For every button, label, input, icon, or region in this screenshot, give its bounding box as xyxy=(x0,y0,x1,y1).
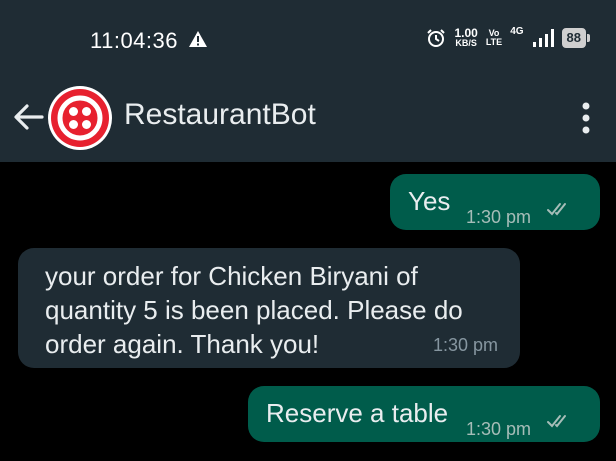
message-line: order again. Thank you! xyxy=(45,329,320,359)
avatar[interactable] xyxy=(48,86,112,150)
incoming-message[interactable]: your order for Chicken Biryani of quanti… xyxy=(18,248,520,368)
message-line: quantity 5 is been placed. Please do xyxy=(45,295,463,325)
message-line: your order for Chicken Biryani of xyxy=(45,261,418,291)
chat-header: RestaurantBot xyxy=(0,76,616,162)
message-list[interactable]: Yes 1:30 pm your order for Chicken Birya… xyxy=(0,162,616,461)
message-text: Reserve a table xyxy=(266,398,449,428)
message-time: 1:30 pm xyxy=(466,207,532,227)
battery-icon: 88 xyxy=(561,27,590,48)
message-text: your order for Chicken Biryani of quanti… xyxy=(45,259,463,361)
signal-icon xyxy=(532,28,554,47)
network-speed: 1.00 KB/S xyxy=(454,27,477,48)
message-time: 1:30 pm xyxy=(433,335,499,355)
battery-tip xyxy=(587,33,590,42)
battery-level: 88 xyxy=(561,27,586,48)
contact-name[interactable]: RestaurantBot xyxy=(124,98,316,132)
arrow-left-icon[interactable] xyxy=(12,100,46,134)
twilio-logo-icon xyxy=(51,89,109,147)
status-time: 11:04:36 xyxy=(90,28,179,53)
outgoing-message[interactable]: Yes 1:30 pm xyxy=(390,174,600,230)
status-bar: 11:04:36 1.00 KB/S Vo LTE 4G 88 xyxy=(0,0,616,76)
outgoing-message[interactable]: Reserve a table 1:30 pm xyxy=(248,386,600,442)
status-icons: 1.00 KB/S Vo LTE 4G 88 xyxy=(426,26,590,48)
volte-indicator: Vo LTE xyxy=(485,28,503,47)
message-time: 1:30 pm xyxy=(466,419,532,439)
more-vert-icon[interactable] xyxy=(580,98,592,138)
message-text: Yes xyxy=(408,186,451,216)
speed-unit: KB/S xyxy=(455,38,477,48)
network-type: 4G xyxy=(510,26,524,37)
volte-bottom: LTE xyxy=(485,36,503,47)
warning-icon xyxy=(189,31,207,47)
double-check-icon xyxy=(547,415,566,428)
double-check-icon xyxy=(547,203,566,216)
alarm-icon xyxy=(427,28,446,47)
